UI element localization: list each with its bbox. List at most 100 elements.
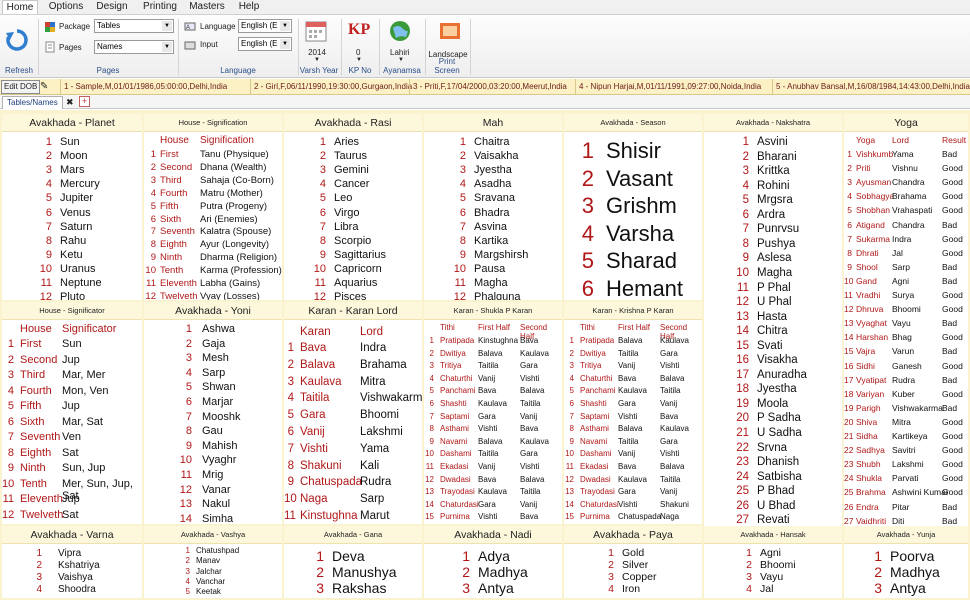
table-cell: Good xyxy=(942,233,963,244)
table-cell: Taitila xyxy=(660,386,681,396)
table-cell: Sidha xyxy=(856,431,878,441)
list-item: Ardra xyxy=(757,208,786,221)
table-cell: Parigh xyxy=(856,402,881,413)
menu-bar: Home Options Design Printing Masters Hel… xyxy=(0,0,970,14)
input-label: Input xyxy=(200,40,218,49)
row-number: 6 xyxy=(185,396,192,408)
list-item: Antya xyxy=(890,580,926,596)
refresh-button[interactable] xyxy=(4,27,32,55)
row-number: 1 xyxy=(150,149,156,160)
table-cell: Indra xyxy=(360,342,387,354)
edit-dob-button[interactable]: Edit DOB xyxy=(1,80,41,94)
row-number: 7 xyxy=(569,411,574,421)
record-item[interactable]: 1 - Sample,M,01/01/1986,05:00:00,Delhi,I… xyxy=(60,79,227,95)
table-cell: Balava xyxy=(300,358,336,371)
table-cell: Ayusman xyxy=(856,177,892,188)
chevron-down-icon[interactable]: ▼ xyxy=(314,57,320,63)
pencil-icon[interactable]: ✎ xyxy=(40,81,52,93)
kp-button[interactable]: KP xyxy=(348,21,372,43)
list-item: Jyestha xyxy=(757,383,797,396)
menu-options[interactable]: Options xyxy=(46,0,86,14)
menu-masters[interactable]: Masters xyxy=(188,0,226,14)
list-item: Chitra xyxy=(757,325,788,338)
landscape-button[interactable] xyxy=(438,19,462,43)
list-item: Leo xyxy=(334,192,353,205)
row-number: 8 xyxy=(287,459,294,472)
table-cell: Sobhagya xyxy=(856,191,895,202)
row-number: 2 xyxy=(746,559,752,571)
row-number: 1 xyxy=(429,336,434,345)
row-number: 1 xyxy=(316,548,324,564)
column-header: First Half xyxy=(478,323,510,332)
list-item: Madhya xyxy=(478,564,528,580)
list-item: Sravana xyxy=(474,192,515,205)
row-number: 6 xyxy=(847,219,852,230)
table-cell: Gara xyxy=(478,499,496,509)
table-cell: Vishkumb xyxy=(856,149,894,159)
table-title: Avakhada - Season xyxy=(564,114,702,132)
table-cell: Kaulava xyxy=(520,436,549,446)
table-cell: Panchami xyxy=(440,386,476,396)
row-number: 12 xyxy=(736,296,749,309)
add-tab-button[interactable]: + xyxy=(79,96,90,107)
row-number: 3 xyxy=(36,572,42,583)
table-cell: Sun xyxy=(62,338,82,350)
row-number: 11 xyxy=(2,493,14,505)
table-cell: Kuber xyxy=(892,388,915,399)
table-cell: Good xyxy=(942,205,963,216)
row-number: 2 xyxy=(7,353,14,366)
list-item: P Bhad xyxy=(757,485,795,498)
ayanamsa-button[interactable] xyxy=(388,19,412,43)
table-title: Karan - Shukla P Karan xyxy=(424,302,562,320)
table-varna: Avakhada - Varna 1 Vipra 2 Kshatriya 3 Vaishya… xyxy=(2,526,142,598)
pages-select[interactable]: Names ▼ xyxy=(94,40,174,54)
table-cell: Yama xyxy=(892,149,914,159)
list-item: Nakul xyxy=(202,498,231,511)
list-item: Manav xyxy=(196,556,221,566)
chevron-down-icon[interactable]: ▼ xyxy=(356,57,362,63)
table-cell: Eighth xyxy=(160,239,187,251)
input-select[interactable]: English (E ▼ xyxy=(238,37,292,51)
list-item: Sun xyxy=(60,136,80,148)
package-select[interactable]: Tables ▼ xyxy=(94,19,174,33)
language-select[interactable]: English (E ▼ xyxy=(238,19,292,33)
table-cell: Lakshmi xyxy=(360,426,403,438)
row-number: 10 xyxy=(284,493,297,506)
list-item: Iron xyxy=(622,583,641,595)
table-cell: Shashti xyxy=(440,399,467,408)
menu-home[interactable]: Home xyxy=(2,0,38,14)
refresh-icon xyxy=(6,29,28,51)
table-cell: Lakshmi xyxy=(892,459,924,470)
ayanamsa-label: Ayanamsa xyxy=(383,66,421,75)
list-item: Neptune xyxy=(60,277,102,289)
record-item[interactable]: 5 - Anubhav Bansal,M,16/08/1984,14:43:00… xyxy=(772,79,970,95)
tab-tables-names[interactable]: Tables/Names xyxy=(2,96,63,109)
pages-value: Names xyxy=(97,42,123,51)
record-item[interactable]: 3 - Priti,F,17/04/2000,03:20:00,Meerut,I… xyxy=(409,79,567,95)
table-karan-krishna: Karan - Krishna P Karan Tithi First Half Se… xyxy=(564,302,702,524)
menu-help[interactable]: Help xyxy=(236,0,262,14)
chevron-down-icon[interactable]: ▼ xyxy=(398,57,404,63)
table-cell: Chandra xyxy=(892,177,925,188)
row-number: 19 xyxy=(736,397,749,410)
row-number: 9 xyxy=(287,476,294,489)
row-number: 18 xyxy=(736,383,749,396)
list-item: Antya xyxy=(478,580,514,596)
table-karan-lord: Karan - Karan Lord Karan Lord 1 Bava Indra 2 Ba… xyxy=(284,302,422,524)
close-icon[interactable]: ✖ xyxy=(66,96,74,108)
table-cell: Bava xyxy=(618,462,637,471)
table-hansak: Avakhada - Hansak 1 Agni 2 Bhoomi 3 Vayu 4 Jal xyxy=(704,526,842,598)
record-item[interactable]: 4 - Nipun Harjai,M,01/11/1991,09:27:00,N… xyxy=(575,79,761,95)
menu-printing[interactable]: Printing xyxy=(140,0,180,14)
table-cell: Mon, Ven xyxy=(62,384,109,397)
row-number: 15 xyxy=(565,512,574,522)
record-item[interactable]: 2 - Girl,F,06/11/1990,19:30:00,Gurgaon,I… xyxy=(250,79,412,95)
table-title: Karan - Karan Lord xyxy=(284,302,422,320)
table-cell: Trayodasi xyxy=(440,487,475,497)
varsh-year-button[interactable] xyxy=(304,19,332,47)
row-number: 5 xyxy=(185,381,192,394)
menu-design[interactable]: Design xyxy=(94,0,130,14)
row-number: 8 xyxy=(569,424,574,434)
row-number: 11 xyxy=(40,277,52,289)
row-number: 10 xyxy=(453,262,466,275)
